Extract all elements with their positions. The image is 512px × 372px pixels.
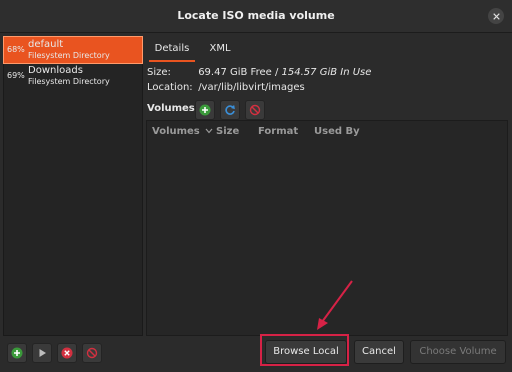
delete-volume-button[interactable] <box>245 100 265 120</box>
size-row: Size: 69.47 GiB Free / 154.57 GiB In Use <box>147 67 371 78</box>
column-header-size[interactable]: Size <box>216 126 239 137</box>
plus-circle-icon <box>199 104 211 116</box>
pool-name: Downloads <box>28 65 83 76</box>
pool-type: Filesystem Directory <box>28 77 110 86</box>
add-pool-button[interactable] <box>7 343 27 363</box>
title-bar: Locate ISO media volume <box>0 0 512 33</box>
pool-usage-percent: 68% <box>7 45 25 54</box>
choose-volume-button[interactable]: Choose Volume <box>410 340 506 364</box>
location-row: Location: /var/lib/libvirt/images <box>147 82 305 93</box>
delete-pool-button[interactable] <box>82 343 102 363</box>
size-free: 69.47 GiB Free / <box>198 67 279 78</box>
pool-usage-percent: 69% <box>7 71 25 80</box>
highlight-box <box>260 334 349 366</box>
size-label: Size: <box>147 67 171 78</box>
refresh-icon <box>225 105 235 115</box>
stop-x-icon <box>61 347 73 359</box>
pool-name: default <box>28 39 64 50</box>
pool-type: Filesystem Directory <box>28 51 110 60</box>
storage-pool-list: 68% default Filesystem Directory 69% Dow… <box>3 36 143 336</box>
tab-xml[interactable]: XML <box>203 38 237 60</box>
window-title: Locate ISO media volume <box>177 9 335 22</box>
stop-pool-button[interactable] <box>57 343 77 363</box>
close-icon <box>492 12 500 20</box>
column-header-used-by[interactable]: Used By <box>314 126 360 137</box>
chevron-down-icon <box>205 128 213 134</box>
volumes-label: Volumes <box>147 103 195 114</box>
volumes-table[interactable]: Volumes Size Format Used By <box>146 120 508 336</box>
refresh-volumes-button[interactable] <box>220 100 240 120</box>
pool-item-downloads[interactable]: 69% Downloads Filesystem Directory <box>4 63 142 89</box>
no-entry-icon <box>86 347 98 359</box>
location-value: /var/lib/libvirt/images <box>198 82 305 93</box>
no-entry-icon <box>249 104 261 116</box>
play-icon <box>39 349 46 357</box>
pool-item-default[interactable]: 68% default Filesystem Directory <box>3 36 143 64</box>
column-header-volumes[interactable]: Volumes <box>152 126 213 137</box>
start-pool-button[interactable] <box>32 343 52 363</box>
plus-circle-icon <box>11 347 23 359</box>
tab-details[interactable]: Details <box>149 38 195 62</box>
cancel-button[interactable]: Cancel <box>354 340 404 364</box>
column-header-format[interactable]: Format <box>258 126 298 137</box>
add-volume-button[interactable] <box>195 100 215 120</box>
location-label: Location: <box>147 82 193 93</box>
close-button[interactable] <box>488 8 504 24</box>
size-used: 154.57 GiB In Use <box>281 67 372 78</box>
